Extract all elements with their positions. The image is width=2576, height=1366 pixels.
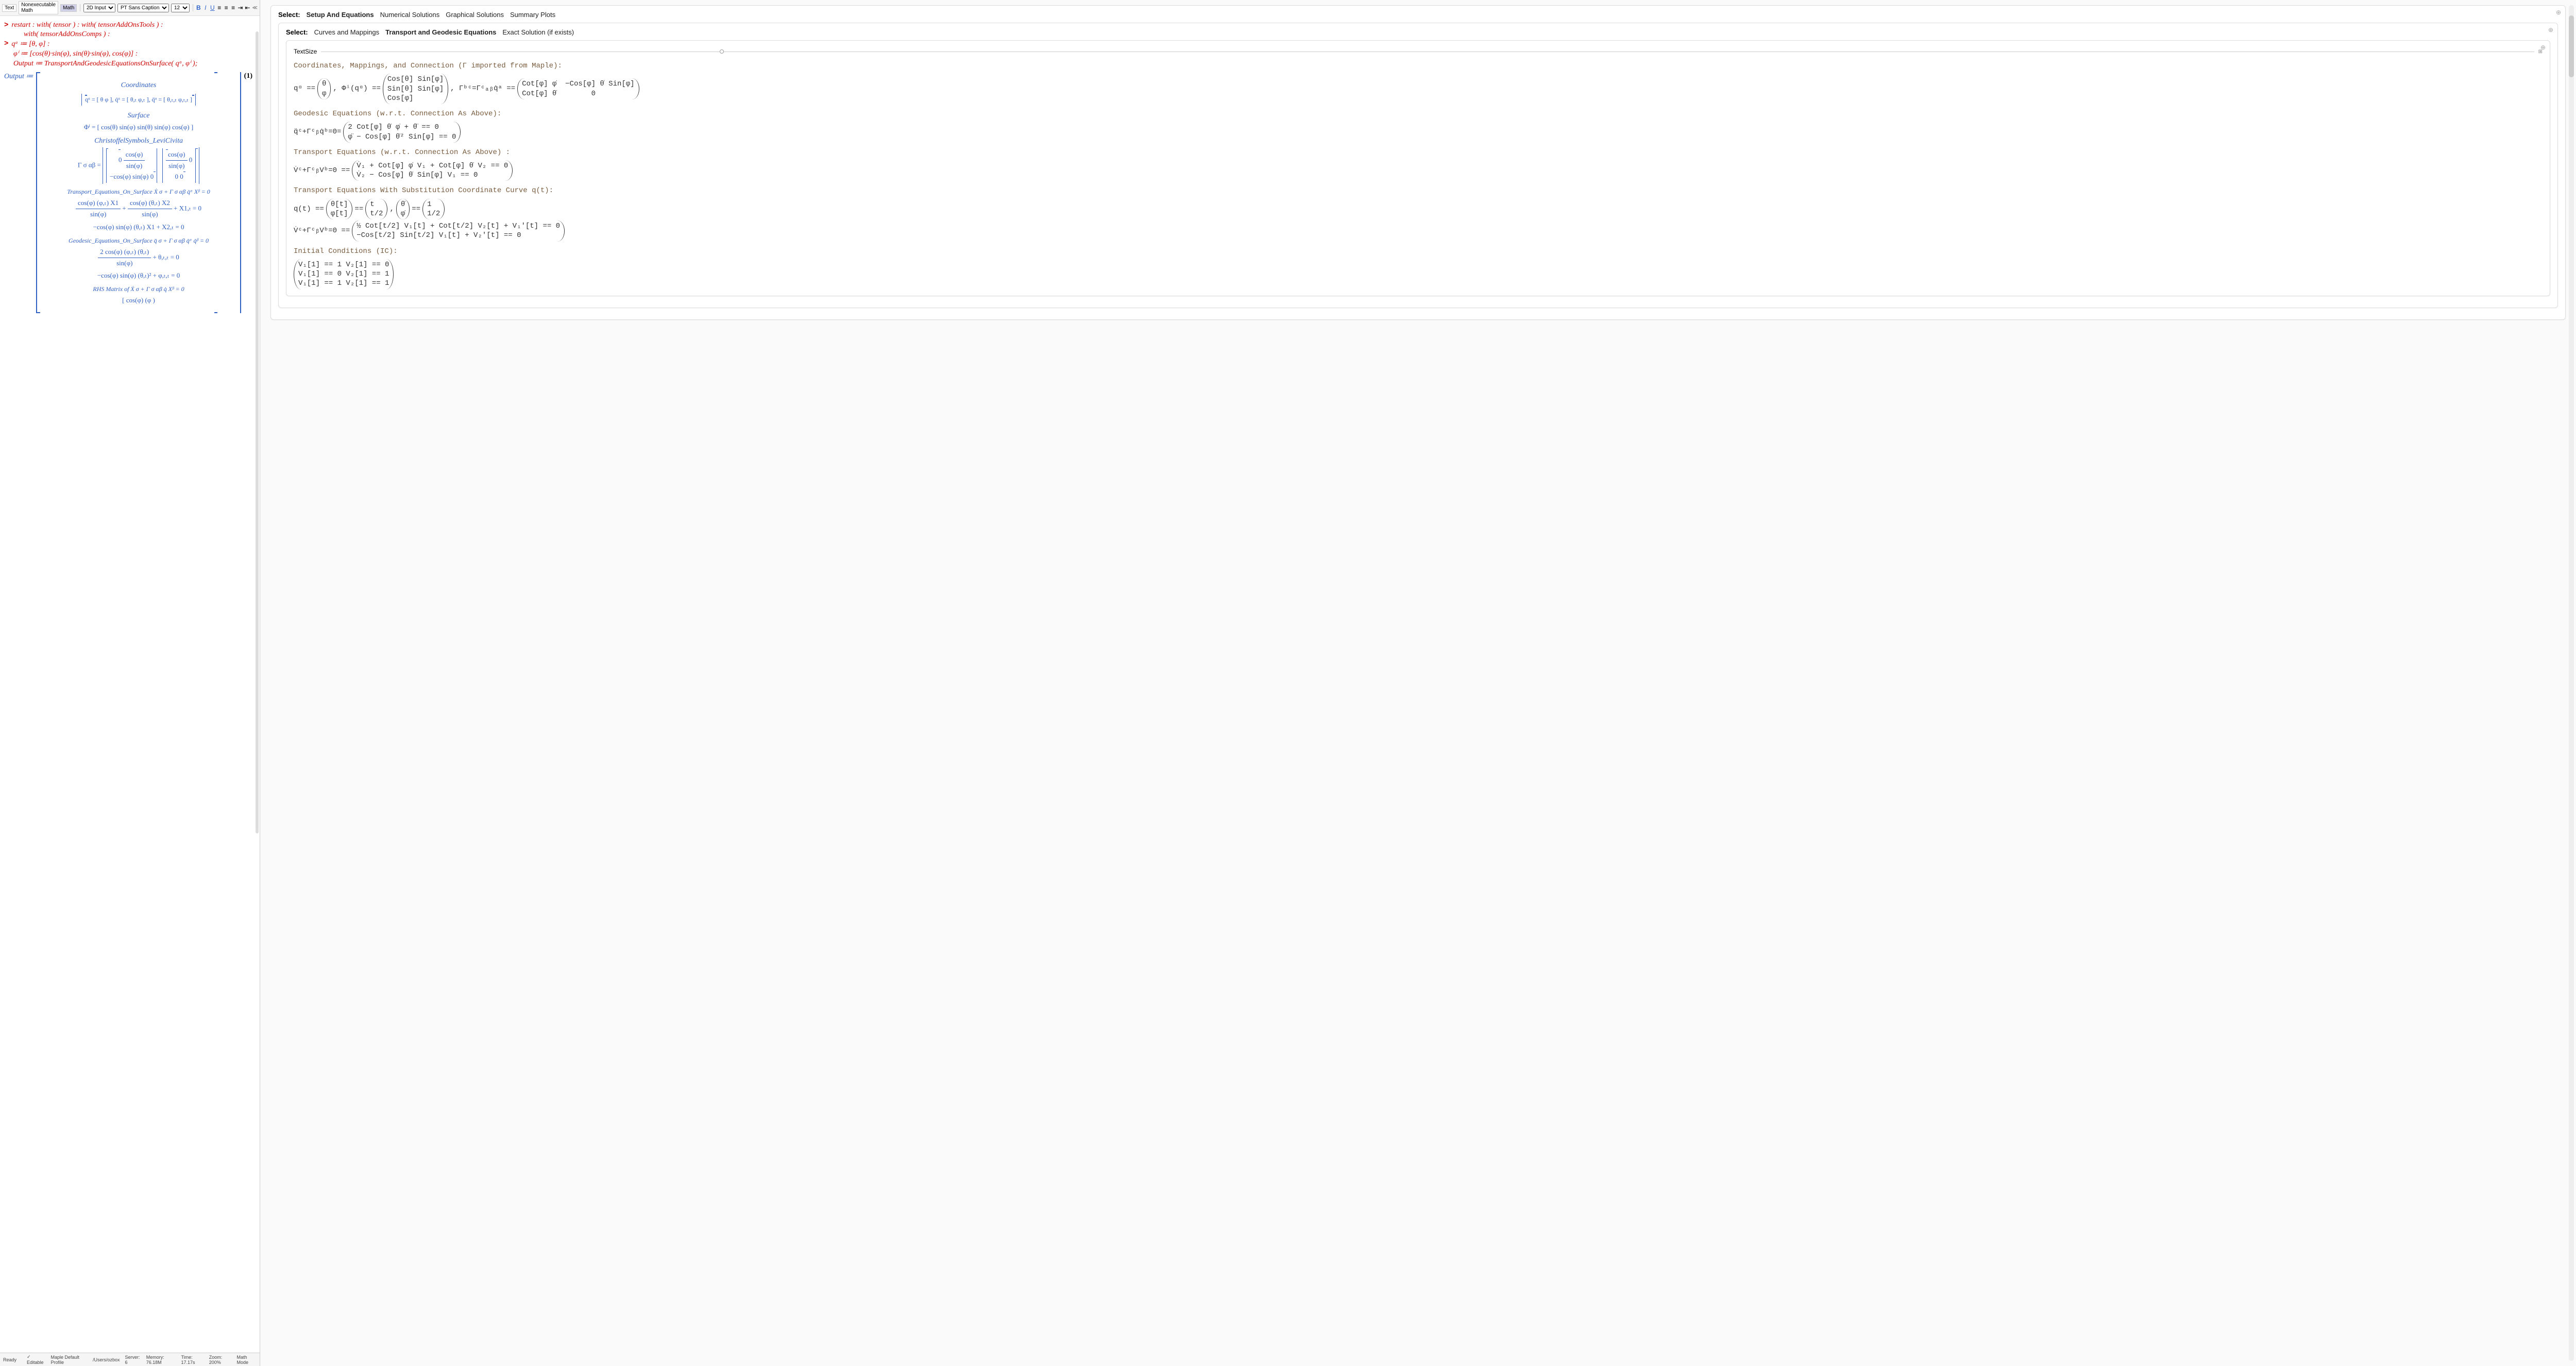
right-scrollbar[interactable] bbox=[2569, 5, 2574, 1361]
tab-exact[interactable]: Exact Solution (if exists) bbox=[502, 28, 574, 36]
mode-math-button[interactable]: Math bbox=[60, 4, 77, 12]
align-left-button[interactable]: ≡ bbox=[217, 4, 222, 11]
cell-collapse-icon[interactable]: ⊕ bbox=[2540, 44, 2546, 51]
status-server: Server: 6 bbox=[125, 1355, 141, 1365]
tab-graphical[interactable]: Graphical Solutions bbox=[446, 11, 504, 19]
input-line-2[interactable]: qᵃ ≔ [θ, φ] : bbox=[11, 40, 49, 48]
align-right-button[interactable]: ≡ bbox=[231, 4, 235, 11]
bold-button[interactable]: B bbox=[196, 4, 201, 11]
status-mode: Math Mode bbox=[236, 1355, 257, 1365]
status-editable: ✓ Editable bbox=[27, 1354, 45, 1365]
outer-cell: ⊕ Select: Setup And Equations Numerical … bbox=[270, 5, 2566, 320]
hdr-substitution: Transport Equations With Substitution Co… bbox=[294, 185, 2543, 196]
coords-line: qᵅ == θφ , Φⁱ(qᵅ) == Cos[θ] Sin[φ]Sin[θ]… bbox=[294, 74, 2543, 104]
transport-eq2: −cos(φ) sin(φ) (θ,ₜ) X1 + X2,ₜ = 0 bbox=[39, 222, 238, 233]
status-path: /Users/ozbox bbox=[93, 1357, 120, 1362]
inner-cell-1: ⊕ Select: Curves and Mappings Transport … bbox=[278, 23, 2558, 308]
section-coordinates: Coordinates bbox=[39, 81, 238, 90]
tab-curves[interactable]: Curves and Mappings bbox=[314, 28, 379, 36]
output-content: Coordinates qᵅ = [ θ φ ], q̇ᵅ = [ θ,ₜ φ,… bbox=[36, 72, 241, 313]
status-profile: Maple Default Profile bbox=[50, 1355, 88, 1365]
mathematica-panel: ⊕ Select: Setup And Equations Numerical … bbox=[260, 0, 2576, 1366]
font-select[interactable]: PT Sans Caption bbox=[117, 4, 169, 12]
section-transport: Transport_Equations_On_Surface Ẋ σ + Γ σ… bbox=[39, 188, 238, 196]
sub-line-2: V̇ᶜ+ΓᶜᵦVᵇ=0 == ½ Cot[t/2] V₁[t] + Cot[t/… bbox=[294, 220, 2543, 241]
select-label-2: Select: bbox=[286, 28, 308, 36]
outdent-button[interactable]: ⇤ bbox=[245, 4, 250, 11]
geodesic-line: q̈ᶜ+Γᶜᵦq̇ᵇ=0= 2 Cot[φ] θ̇ φ̇ + θ̈ == 0φ̈… bbox=[294, 122, 2543, 142]
transport-line: V̇ᶜ+ΓᶜᵦVᵇ=0 == V̇₁ + Cot[φ] φ̇ V₁ + Cot[… bbox=[294, 160, 2543, 181]
equation-tag: (1) bbox=[241, 72, 256, 80]
transport-eq1: cos(φ) (φ,ₜ) X1sin(φ) + cos(φ) (θ,ₜ) X2s… bbox=[39, 198, 238, 220]
surface-eq: Φⁱ = [ cos(θ) sin(φ) sin(θ) sin(φ) cos(φ… bbox=[39, 122, 238, 133]
geodesic-eq2: −cos(φ) sin(φ) (θ,ₜ)² + φ,ₜ,ₜ = 0 bbox=[39, 270, 238, 281]
cell-collapse-icon[interactable]: ⊕ bbox=[2548, 26, 2553, 33]
geodesic-eq1: 2 cos(φ) (φ,ₜ) (θ,ₜ)sin(φ) + θ,ₜ,ₜ = 0 bbox=[39, 247, 238, 269]
font-size-select[interactable]: 12 bbox=[171, 4, 190, 12]
italic-button[interactable]: I bbox=[203, 4, 208, 11]
hdr-geodesic: Geodesic Equations (w.r.t. Connection As… bbox=[294, 108, 2543, 119]
status-memory: Memory: 76.18M bbox=[146, 1355, 176, 1365]
status-ready: Ready bbox=[3, 1357, 16, 1362]
tab-setup[interactable]: Setup And Equations bbox=[307, 11, 374, 19]
coords-eq: qᵅ = [ θ φ ], q̇ᵅ = [ θ,ₜ φ,ₜ ], q̈ᵅ = [… bbox=[81, 94, 196, 106]
hdr-coords: Coordinates, Mappings, and Connection (Γ… bbox=[294, 60, 2543, 72]
cell-collapse-icon[interactable]: ⊕ bbox=[2556, 9, 2561, 16]
tab-summary[interactable]: Summary Plots bbox=[510, 11, 555, 19]
mathematica-output: Coordinates, Mappings, and Connection (Γ… bbox=[294, 60, 2543, 289]
underline-button[interactable]: U bbox=[210, 4, 215, 11]
hdr-transport: Transport Equations (w.r.t. Connection A… bbox=[294, 147, 2543, 158]
worksheet-area[interactable]: > restart : with( tensor ) : with( tenso… bbox=[0, 16, 260, 1353]
maple-panel: Text Nonexecutable Math Math 2D Input PT… bbox=[0, 0, 260, 1366]
rhs-peek: [ cos(φ) (φ ) bbox=[39, 295, 238, 306]
worksheet-scrollbar[interactable] bbox=[256, 31, 259, 833]
indent-button[interactable]: ⇥ bbox=[238, 4, 243, 11]
input-line-1b[interactable]: with( tensorAddOnsComps ) : bbox=[24, 30, 110, 39]
inner-cell-2: ⊕ TextSize ⊞ Coordinates, Mappings, and … bbox=[286, 40, 2550, 296]
prompt-icon: > bbox=[4, 40, 8, 48]
section-surface: Surface bbox=[39, 112, 238, 120]
section-rhs: RHS Matrix of Ẋ σ + Γ σ αβ q̇ Xᵝ = 0 bbox=[39, 285, 238, 293]
christoffel-matrix: Γ σ αβ = 0 cos(φ)sin(φ) −cos(φ) sin(φ) 0… bbox=[39, 147, 238, 184]
output-label: Output ≔ bbox=[4, 72, 33, 81]
statusbar: Ready ✓ Editable Maple Default Profile /… bbox=[0, 1353, 260, 1366]
format-toolbar: Text Nonexecutable Math Math 2D Input PT… bbox=[0, 0, 260, 16]
section-geodesic: Geodesic_Equations_On_Surface q̈ σ + Γ σ… bbox=[39, 237, 238, 245]
collapse-toolbar-button[interactable]: ≪ bbox=[252, 5, 258, 11]
status-zoom: Zoom: 200% bbox=[209, 1355, 232, 1365]
hdr-ic: Initial Conditions (IC): bbox=[294, 246, 2543, 257]
align-center-button[interactable]: ≡ bbox=[224, 4, 228, 11]
tab-transport-geo[interactable]: Transport and Geodesic Equations bbox=[385, 28, 496, 36]
select-label-1: Select: bbox=[278, 11, 300, 19]
tab-numerical[interactable]: Numerical Solutions bbox=[380, 11, 440, 19]
input-line-1[interactable]: restart : with( tensor ) : with( tensorA… bbox=[11, 21, 163, 29]
ic-line: V₁[1] == 1 V₂[1] == 0V₁[1] == 0 V₂[1] ==… bbox=[294, 259, 2543, 289]
section-christoffel: ChristoffelSymbols_LeviCivita bbox=[39, 137, 238, 145]
status-time: Time: 17.17s bbox=[181, 1355, 204, 1365]
sub-line-1: q(t) == θ[t]φ[t] == tt/2 , θ̇φ̇ == 11/2 bbox=[294, 199, 2543, 219]
input-line-4[interactable]: Output ≔ TransportAndGeodesicEquationsOn… bbox=[13, 59, 197, 68]
textsize-label: TextSize bbox=[294, 48, 317, 55]
mode-text-button[interactable]: Text bbox=[2, 4, 16, 12]
mode-nonexec-button[interactable]: Nonexecutable Math bbox=[19, 1, 58, 14]
prompt-icon: > bbox=[4, 21, 8, 29]
input-style-select[interactable]: 2D Input bbox=[83, 4, 115, 12]
input-line-3[interactable]: φⁱ ≔ [cos(θ)·sin(φ), sin(θ)·sin(φ), cos(… bbox=[13, 49, 138, 58]
